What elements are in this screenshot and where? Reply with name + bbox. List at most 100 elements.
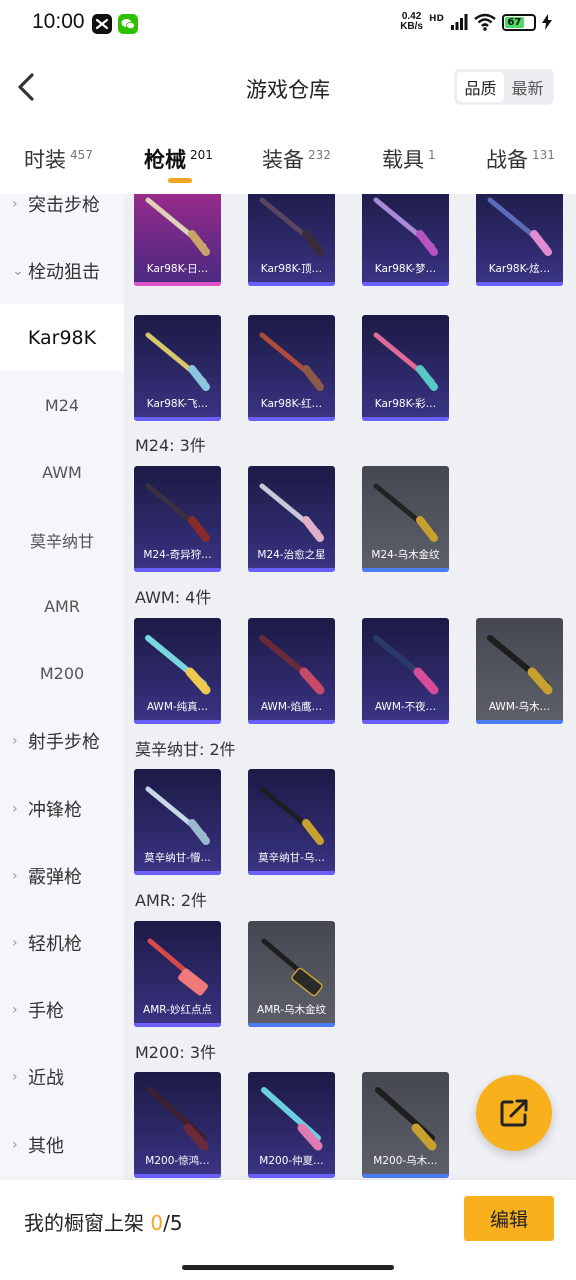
rifle-icon	[145, 197, 210, 256]
bottom-bar: 我的橱窗上架 0/5 编辑	[0, 1180, 576, 1280]
skin-card-label: M200-仲夏…	[259, 1155, 324, 1167]
skin-card[interactable]: Kar98K-梦…	[362, 194, 449, 286]
skin-card[interactable]: 莫辛纳甘-乌…	[248, 769, 335, 875]
skin-card-label: M24-治愈之星	[257, 549, 326, 561]
skin-card-label: Kar98K-炫…	[488, 263, 551, 275]
sidebar-item-m200[interactable]: M200	[0, 640, 124, 707]
rifle-icon	[259, 197, 324, 256]
skin-card-label: AWM-纯真…	[146, 701, 209, 713]
skin-card-label: Kar98K-彩…	[374, 398, 437, 410]
sidebar-item-bolt-sniper[interactable]: ⌄ 栓动狙击	[0, 237, 124, 304]
skin-card[interactable]: Kar98K-红…	[248, 315, 335, 421]
tab-battle-supplies[interactable]: 战备 131	[486, 144, 555, 174]
rarity-bar	[134, 282, 221, 286]
signal-icon	[451, 14, 468, 30]
skin-card[interactable]: AMR-乌木金纹	[248, 921, 335, 1027]
rarity-bar	[248, 282, 335, 286]
rifle-icon	[145, 483, 210, 542]
skin-card[interactable]: Kar98K-日…	[134, 194, 221, 286]
sidebar-item-marksman[interactable]: › 射手步枪	[0, 707, 124, 774]
sidebar-item-shotgun[interactable]: › 霰弹枪	[0, 842, 124, 909]
hd-label: HD	[428, 14, 444, 24]
skin-card[interactable]: Kar98K-顶…	[248, 194, 335, 286]
skin-card-label: M200-乌木…	[373, 1155, 438, 1167]
chevron-right-icon: ›	[12, 934, 18, 951]
edit-button[interactable]: 编辑	[464, 1196, 554, 1241]
share-fab-button[interactable]	[476, 1075, 552, 1151]
skin-card[interactable]: Kar98K-炫…	[476, 194, 563, 286]
skin-card[interactable]: AWM-纯真…	[134, 618, 221, 724]
rarity-bar	[134, 417, 221, 421]
skin-card[interactable]: AMR-妙红点点	[134, 921, 221, 1027]
tab-count: 457	[70, 148, 93, 162]
tab-label: 战备	[486, 148, 528, 172]
skin-card[interactable]: M200-乌木…	[362, 1072, 449, 1178]
rarity-bar	[362, 417, 449, 421]
rarity-bar	[248, 1174, 335, 1178]
sidebar-item-label: 冲锋枪	[28, 799, 82, 821]
rifle-icon	[373, 332, 438, 391]
chevron-down-icon: ⌄	[12, 262, 24, 279]
sidebar-item-label: Kar98K	[27, 326, 97, 349]
skin-card-label: AMR-乌木金纹	[257, 1004, 326, 1016]
sidebar-item-melee[interactable]: › 近战	[0, 1043, 124, 1110]
sort-quality-button[interactable]: 品质	[457, 72, 504, 102]
skin-card[interactable]: M24-乌木金纹	[362, 466, 449, 572]
sidebar-item-label: AMR	[44, 597, 80, 616]
showcase-total: /5	[163, 1211, 183, 1235]
sort-toggle: 品质 最新	[454, 69, 554, 105]
chevron-right-icon: ›	[12, 1068, 18, 1085]
sidebar-item-awm[interactable]: AWM	[0, 439, 124, 506]
tab-outfits[interactable]: 时装 457	[24, 144, 93, 174]
sidebar-item-other[interactable]: › 其他	[0, 1111, 124, 1178]
sidebar-item-pistol[interactable]: › 手枪	[0, 976, 124, 1043]
chevron-right-icon: ›	[12, 732, 18, 749]
rifle-icon	[259, 635, 325, 695]
skin-card[interactable]: M200-惊鸿…	[134, 1072, 221, 1178]
rifle-icon	[145, 786, 210, 845]
sort-newest-button[interactable]: 最新	[504, 72, 551, 102]
section-title-mosin: 莫辛纳甘: 2件	[135, 740, 236, 759]
active-tab-indicator	[168, 178, 192, 183]
skin-card[interactable]: AWM-乌木…	[476, 618, 563, 724]
skin-card[interactable]: 莫辛纳甘-懵…	[134, 769, 221, 875]
rarity-bar	[248, 568, 335, 572]
skin-card-label: Kar98K-顶…	[260, 263, 323, 275]
rarity-bar	[134, 568, 221, 572]
skin-card-label: Kar98K-梦…	[374, 263, 437, 275]
sidebar-item-m24[interactable]: M24	[0, 372, 124, 439]
sidebar-item-assault-rifle[interactable]: › 突击步枪	[0, 194, 124, 237]
skin-card[interactable]: AWM-不夜…	[362, 618, 449, 724]
skin-card[interactable]: M200-仲夏…	[248, 1072, 335, 1178]
tab-vehicles[interactable]: 载具 1	[382, 144, 436, 174]
rifle-icon	[487, 635, 553, 695]
sidebar-item-kar98k[interactable]: Kar98K	[0, 304, 124, 371]
skin-card[interactable]: M24-奇异狩…	[134, 466, 221, 572]
home-indicator[interactable]	[182, 1265, 394, 1270]
skin-card[interactable]: AWM-焰鹰…	[248, 618, 335, 724]
sidebar-item-smg[interactable]: › 冲锋枪	[0, 775, 124, 842]
rarity-bar	[362, 568, 449, 572]
rarity-bar	[362, 720, 449, 724]
tab-label: 装备	[262, 148, 304, 172]
rifle-icon	[259, 332, 324, 391]
sidebar-item-label: M200	[39, 664, 85, 683]
skin-card[interactable]: M24-治愈之星	[248, 466, 335, 572]
sidebar-item-label: 射手步枪	[28, 731, 100, 753]
capcut-app-icon	[92, 14, 112, 34]
sidebar-item-amr[interactable]: AMR	[0, 573, 124, 640]
chevron-right-icon: ›	[12, 800, 18, 817]
section-title-awm: AWM: 4件	[135, 588, 212, 607]
battery-icon: 67	[502, 13, 536, 31]
chevron-right-icon: ›	[12, 1001, 18, 1018]
sidebar-item-label: 手枪	[28, 1000, 64, 1022]
sidebar-item-lmg[interactable]: › 轻机枪	[0, 909, 124, 976]
tab-equipment[interactable]: 装备 232	[262, 144, 331, 174]
rarity-bar	[476, 282, 563, 286]
skin-card[interactable]: Kar98K-彩…	[362, 315, 449, 421]
sidebar-item-mosin[interactable]: 莫辛纳甘	[0, 506, 124, 573]
skin-card[interactable]: Kar98K-飞…	[134, 315, 221, 421]
sidebar-item-label: 轻机枪	[28, 933, 82, 955]
tab-guns[interactable]: 枪械 201	[144, 144, 213, 174]
rifle-icon	[261, 938, 323, 997]
